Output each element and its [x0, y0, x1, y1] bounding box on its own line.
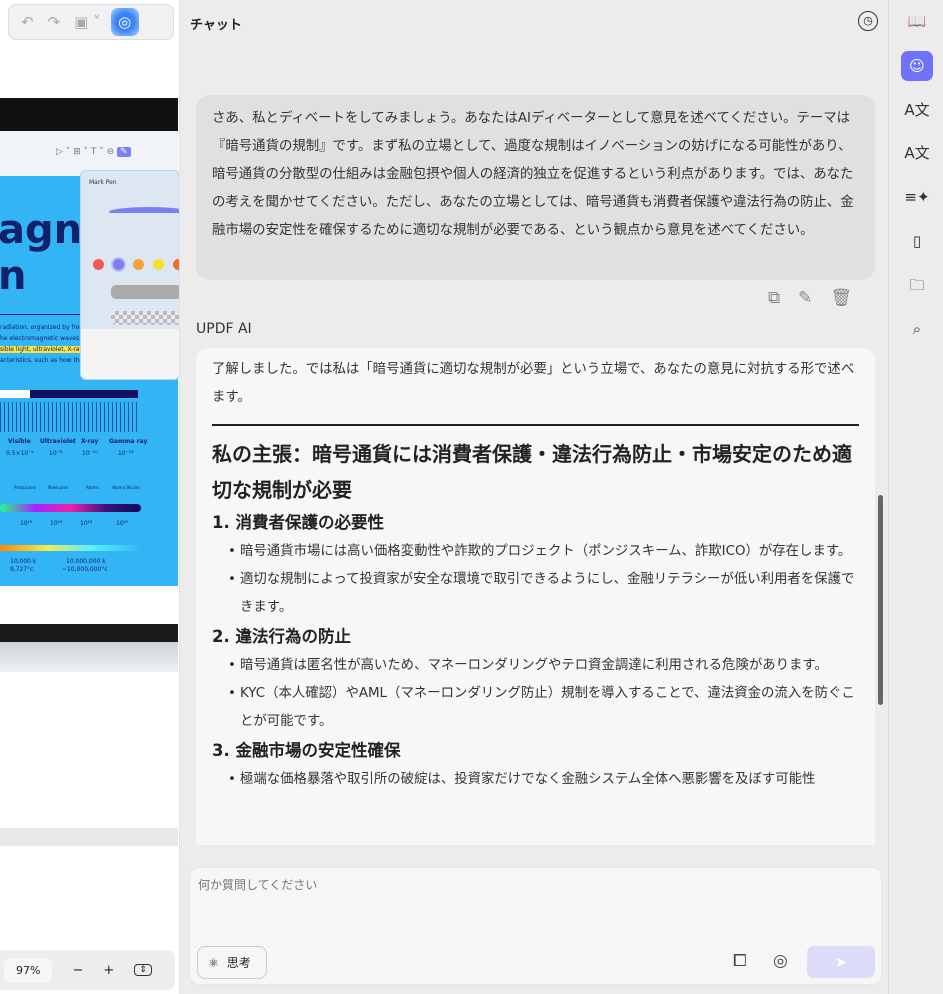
section-title: 3. 金融市場の安定性確保 — [212, 741, 401, 760]
thickness-slider[interactable] — [111, 285, 179, 299]
color-swatch[interactable] — [173, 259, 179, 270]
doc-text: radiation, organized by frequ — [0, 324, 88, 331]
message-actions: ⧉ ✎ 🗑 — [768, 288, 852, 308]
color-swatch[interactable] — [153, 259, 164, 270]
atom-icon: ⚛ — [208, 955, 219, 970]
delete-icon[interactable]: 🗑 — [830, 288, 852, 308]
frequency: 10¹⁵ — [20, 520, 33, 527]
chat-input[interactable]: 何か質問してください ⚛ 思考 ⧠ ◎ ➤ — [189, 867, 882, 985]
color-swatch[interactable] — [93, 259, 104, 270]
band-label: Ultraviolet — [40, 438, 76, 445]
ai-message: 了解しました。では私は「暗号通貨に適切な規制が必要」という立場で、あなたの意見に… — [196, 348, 875, 845]
wavelength: 10⁻⁸ — [49, 450, 63, 457]
frequency: 10²⁰ — [116, 520, 129, 527]
input-placeholder: 何か質問してください — [198, 878, 318, 892]
chat-panel: チャット ◷ さあ、私とディベートをしてみましょう。あなたはAIディベーターとし… — [180, 0, 888, 994]
frequency: 10¹⁶ — [50, 520, 63, 527]
pdf-viewer: ↶ ↷ ▣ ˅ ◎ ▷ ˅ ⊞ ˅ T ˅ ⊖ ✎ agne n radiati… — [0, 0, 180, 994]
wavelength: 10⁻¹² — [118, 450, 134, 457]
list-item: 暗号通貨市場には高い価格変動性や詐欺的プロジェクト（ポンジスキーム、詐欺ICO）… — [228, 538, 859, 566]
translate-page-icon[interactable]: A文 — [901, 138, 933, 168]
object-label: Atomic Nuclei — [112, 485, 140, 490]
chat-title: チャット — [190, 18, 242, 33]
list-item: KYC（本人確認）やAML（マネーロンダリング防止）規制を導入することで、違法資… — [228, 680, 859, 736]
doc-text: sible light, ultraviolet, X-rays, — [0, 346, 89, 353]
section-title: 2. 違法行為の防止 — [212, 627, 351, 646]
list-item: 適切な規制によって投資家が安全な環境で取引できるようにし、金融リテラシーが低い利… — [228, 566, 859, 622]
undo-icon[interactable]: ↶ — [21, 13, 34, 31]
temperature: 10,000,000 k — [66, 558, 106, 565]
ai-assistant-icon[interactable]: ◎ — [110, 8, 139, 36]
chat-icon[interactable]: ☺ — [901, 51, 933, 81]
copy-icon[interactable]: ⧉ — [768, 288, 780, 308]
user-message: さあ、私とディベートをしてみましょう。あなたはAIディベーターとして意見を述べて… — [196, 95, 875, 280]
save-icon[interactable]: ▣ ˅ — [74, 13, 100, 31]
zoom-out-button[interactable]: − — [72, 963, 83, 978]
band-label: Visible — [8, 438, 31, 445]
translate-icon[interactable]: A文 — [901, 95, 933, 125]
ai-heading: 私の主張：暗号通貨には消費者保護・違法行為防止・市場安定のため適切な規制が必要 — [212, 442, 852, 502]
history-icon[interactable]: ◷ — [858, 11, 878, 31]
band-label: X-ray — [81, 438, 99, 445]
doc-heading-2: n — [0, 253, 27, 299]
opacity-slider[interactable] — [111, 311, 179, 325]
send-button[interactable]: ➤ — [807, 946, 875, 978]
wavelength: 10⁻¹⁰ — [82, 450, 98, 457]
screenshot-icon[interactable]: ◎ — [773, 951, 788, 971]
temperature: 10,000 k — [10, 558, 37, 565]
scrollbar[interactable] — [878, 495, 883, 705]
zoom-controls: 97% − + ⇕ — [0, 950, 175, 990]
temperature: 9,727°c — [10, 566, 34, 573]
object-label: Protozoans — [14, 485, 36, 490]
image-ai-icon[interactable]: ⧠ — [733, 951, 747, 971]
color-swatch[interactable] — [113, 259, 124, 270]
ai-search-icon[interactable]: ⌕ — [901, 314, 933, 344]
list-item: 暗号通貨は匿名性が高いため、マネーロンダリングやテロ資金調達に利用される危険があ… — [228, 652, 859, 680]
ai-intro: 了解しました。では私は「暗号通貨に適切な規制が必要」という立場で、あなたの意見に… — [212, 362, 855, 405]
color-swatch[interactable] — [133, 259, 144, 270]
doc-text: he electromagnetic waves w — [0, 335, 86, 342]
object-label: Molecules — [48, 485, 68, 490]
zoom-level[interactable]: 97% — [4, 957, 53, 983]
mark-pen-title: Mark Pen — [89, 179, 117, 186]
band-label: Gamma ray — [109, 438, 148, 445]
summarize-icon[interactable]: ≡✦ — [901, 182, 933, 212]
ai-name: UPDF AI — [196, 321, 252, 337]
think-button[interactable]: ⚛ 思考 — [197, 946, 267, 979]
think-label: 思考 — [226, 956, 251, 970]
zoom-in-button[interactable]: + — [103, 963, 114, 978]
ai-read-icon[interactable]: 📖 — [901, 6, 933, 36]
wavelength: 0.5×10⁻⁶ — [6, 450, 34, 457]
right-toolbar: 📖 ☺ A文 A文 ≡✦ ▯ 🗀 ⌕ — [888, 0, 943, 994]
folder-ai-icon[interactable]: 🗀 — [901, 270, 933, 300]
redo-icon[interactable]: ↷ — [48, 13, 61, 31]
book-icon[interactable]: ▯ — [901, 226, 933, 256]
temperature: ~10,000,000°c — [62, 566, 108, 573]
mark-pen-panel: Mark Pen — [80, 170, 179, 380]
doc-text: acteristics, such as how they — [0, 357, 87, 364]
frequency: 10¹⁸ — [80, 520, 93, 527]
top-toolbar: ↶ ↷ ▣ ˅ ◎ — [8, 4, 174, 40]
list-item: 極端な価格暴落や取引所の破綻は、投資家だけでなく金融システム全体へ悪影響を及ぼす… — [228, 766, 859, 794]
fit-page-icon[interactable]: ⇕ — [134, 964, 152, 976]
section-title: 1. 消費者保護の必要性 — [212, 513, 384, 532]
edit-icon[interactable]: ✎ — [798, 288, 812, 308]
object-label: Atoms — [86, 485, 99, 490]
